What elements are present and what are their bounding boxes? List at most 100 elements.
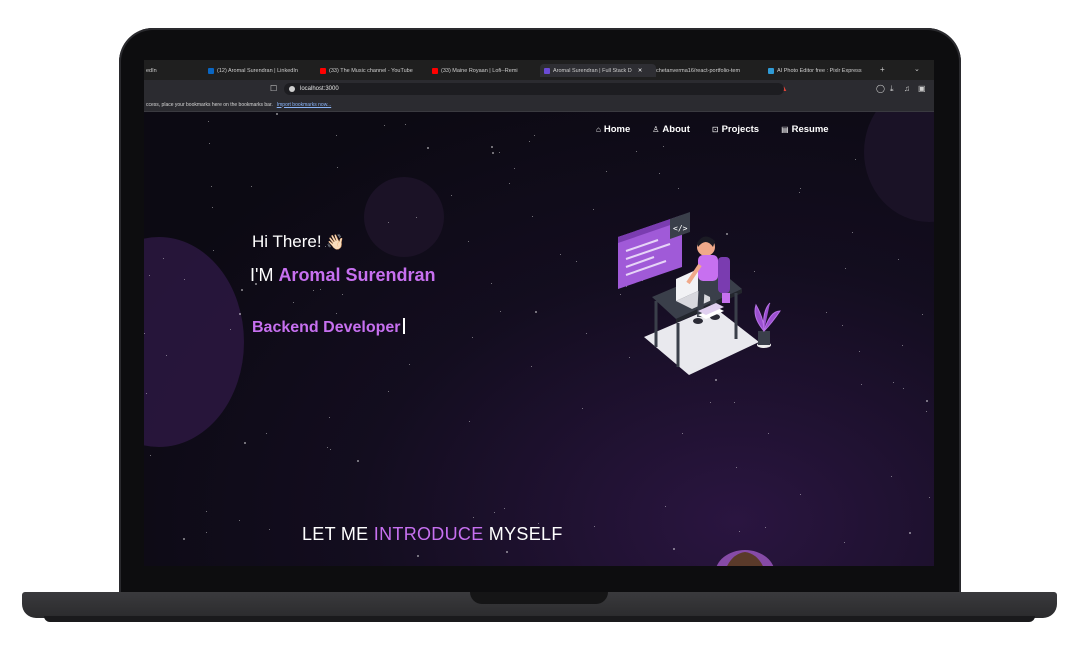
star-dot — [144, 333, 145, 334]
tab-label: (33) Maine Royaan | Lofi--Remi — [441, 67, 518, 74]
tab-youtube-music[interactable]: (33) Maine Royaan | Lofi--Remi — [432, 64, 538, 77]
star-dot — [451, 195, 452, 196]
close-tab-icon[interactable]: ✕ — [638, 68, 643, 74]
resume-icon: ▤ — [781, 125, 789, 134]
star-dot — [357, 460, 359, 462]
media-icon[interactable]: ♫ — [904, 85, 910, 93]
star-dot — [342, 294, 343, 295]
star-dot — [586, 333, 587, 334]
tab-label: chetanverma16/react-portfolio-tem — [656, 67, 741, 74]
star-dot — [710, 402, 711, 403]
star-dot — [673, 548, 675, 550]
nav-projects[interactable]: ⊡ Projects — [712, 124, 759, 135]
star-dot — [532, 216, 533, 217]
star-dot — [208, 121, 209, 122]
svg-text:</>: </> — [673, 224, 688, 233]
tab-linkedin[interactable]: (12) Aromal Surendran | LinkedIn — [208, 64, 312, 77]
greeting-text: Hi There! — [252, 232, 322, 251]
star-dot — [206, 511, 207, 512]
sidebar-icon[interactable]: ▣ — [918, 85, 926, 93]
star-dot — [313, 290, 314, 291]
star-dot — [251, 186, 252, 187]
tab-pixlr[interactable]: AI Photo Editor free : Pixlr Express — [768, 64, 874, 77]
intro-heading: LET ME INTRODUCE MYSELF — [302, 524, 563, 545]
star-dot — [150, 455, 151, 456]
browser-tab-bar: edIn (12) Aromal Surendran | LinkedIn (3… — [144, 60, 934, 80]
tab-github[interactable]: chetanverma16/react-portfolio-tem — [656, 64, 766, 77]
avatar-illustration — [716, 550, 774, 566]
nav-home[interactable]: ⌂ Home — [596, 124, 630, 135]
star-dot — [861, 384, 862, 385]
star-dot — [336, 313, 337, 314]
chevron-down-icon[interactable]: ⌄ — [914, 66, 920, 74]
portfolio-favicon-icon — [544, 67, 550, 74]
projects-icon: ⊡ — [711, 125, 719, 134]
bookmark-icon[interactable]: ☐ — [270, 85, 277, 93]
chat-icon[interactable]: ◯ — [876, 85, 885, 93]
decorative-blob — [144, 237, 244, 447]
star-dot — [388, 222, 389, 223]
star-dot — [206, 532, 207, 533]
site-info-icon[interactable] — [289, 86, 295, 92]
star-dot — [241, 289, 243, 291]
star-dot — [903, 388, 904, 389]
tab-youtube[interactable]: (33) The Music channel - YouTube — [320, 64, 424, 77]
star-dot — [416, 217, 417, 218]
star-dot — [472, 337, 473, 338]
im-prefix: I'M — [250, 265, 279, 285]
star-dot — [845, 268, 846, 269]
screen: edIn (12) Aromal Surendran | LinkedIn (3… — [144, 60, 934, 566]
star-dot — [893, 382, 894, 383]
nav-resume[interactable]: ▤ Resume — [781, 124, 829, 135]
new-tab-button[interactable]: + — [880, 66, 885, 74]
star-dot — [468, 241, 469, 242]
youtube-icon — [320, 67, 326, 74]
star-dot — [926, 400, 928, 402]
star-dot — [163, 258, 164, 259]
bookmarks-bar: ccess, place your bookmarks here on the … — [144, 98, 934, 112]
home-icon: ⌂ — [596, 125, 601, 134]
star-dot — [859, 351, 860, 352]
star-dot — [320, 289, 321, 290]
url-input[interactable]: localhost:3000 — [284, 83, 784, 95]
star-dot — [388, 391, 389, 392]
star-dot — [409, 364, 410, 365]
tab-label: edIn — [146, 67, 157, 74]
user-icon: ♙ — [652, 125, 660, 134]
star-dot — [765, 527, 766, 528]
tab-portfolio-active[interactable]: Aromal Surendran | Full Stack D ✕ — [540, 64, 656, 77]
star-dot — [509, 183, 510, 184]
star-dot — [929, 497, 930, 498]
download-icon[interactable]: ⤓ — [890, 85, 894, 93]
star-dot — [149, 275, 150, 276]
star-dot — [492, 152, 494, 154]
star-dot — [799, 192, 800, 193]
decorative-blob — [364, 177, 444, 257]
star-dot — [514, 168, 515, 169]
tab-linkedin-partial[interactable]: edIn — [146, 64, 196, 77]
laptop-base-lip — [44, 616, 1035, 622]
star-dot — [529, 141, 530, 142]
star-dot — [499, 152, 500, 153]
star-dot — [329, 417, 330, 418]
star-dot — [230, 329, 231, 330]
star-dot — [736, 467, 737, 468]
star-dot — [663, 146, 664, 147]
star-dot — [534, 135, 535, 136]
import-bookmarks-link[interactable]: Import bookmarks now... — [277, 102, 331, 108]
star-dot — [739, 531, 740, 532]
star-dot — [491, 146, 493, 148]
star-dot — [826, 312, 827, 313]
star-dot — [337, 167, 338, 168]
star-dot — [427, 147, 429, 149]
nav-about[interactable]: ♙ About — [652, 124, 690, 135]
star-dot — [276, 113, 278, 115]
star-dot — [852, 232, 853, 233]
star-dot — [560, 254, 561, 255]
star-dot — [209, 143, 210, 144]
tab-label: Aromal Surendran | Full Stack D — [553, 67, 632, 74]
role-text: Backend Developer — [252, 319, 401, 336]
tab-label: AI Photo Editor free : Pixlr Express — [777, 67, 862, 74]
star-dot — [417, 555, 419, 557]
star-dot — [491, 283, 492, 284]
